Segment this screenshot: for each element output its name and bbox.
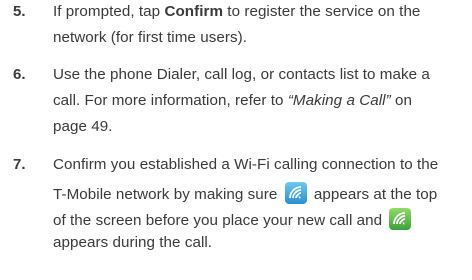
step-line: network (for first time users). [53,29,247,46]
step-line: appears during the call. [53,234,213,251]
text: If prompted, tap [53,3,165,20]
step-number: 5. [13,3,26,20]
text: of the screen before you place your new … [53,212,387,229]
step-line: page 49. [53,118,113,135]
confirm-label: Confirm [164,3,224,20]
wifi-calling-green-icon [389,208,412,230]
text: on [390,92,412,109]
step-line: T-Mobile network by making sure appears … [53,182,437,204]
step-line: If prompted, tap Confirm to register the… [53,3,420,21]
text: call. For more information, refer to [53,92,288,109]
step-line: of the screen before you place your new … [53,208,414,230]
step-number: 6. [13,66,26,83]
step-line: call. For more information, refer to “Ma… [53,92,412,110]
step-number: 7. [13,156,26,173]
text: to register the service on the [223,3,421,20]
step-line: Use the phone Dialer, call log, or conta… [53,66,430,83]
wifi-calling-blue-icon [284,182,307,204]
text: T-Mobile network by making sure [53,186,282,203]
text: appears at the top [309,186,438,203]
step-line: Confirm you established a Wi-Fi calling … [53,156,439,173]
cross-reference: “Making a Call” [287,92,391,109]
